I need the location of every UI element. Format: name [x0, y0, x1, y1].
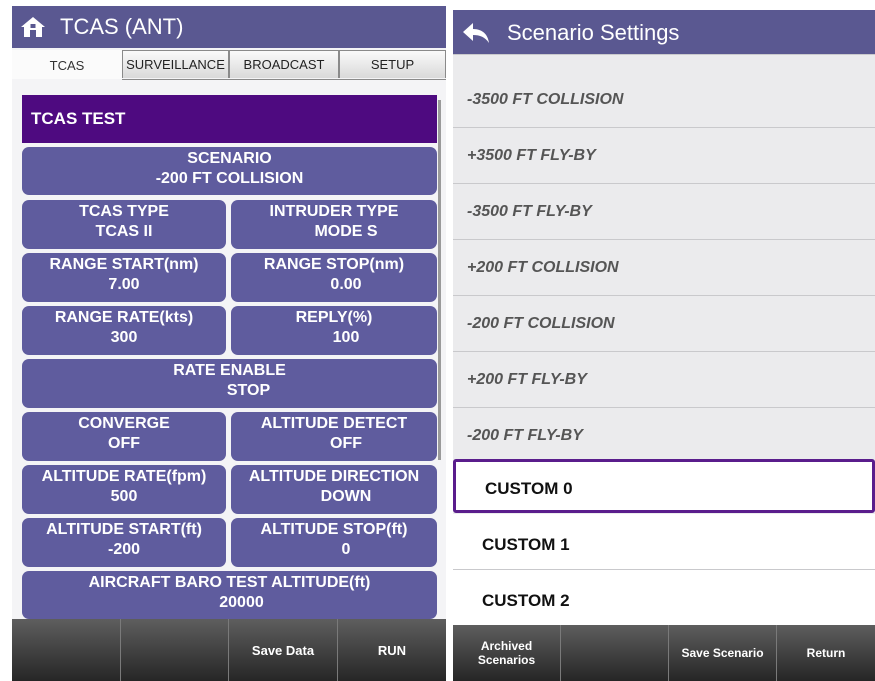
- scenario-list: -3500 FT COLLISION +3500 FT FLY-BY -3500…: [453, 54, 875, 626]
- reply-value: 100: [332, 329, 360, 346]
- range-rate-label: RANGE RATE(kts): [54, 309, 194, 326]
- intruder-type-value: MODE S: [314, 223, 378, 240]
- range-rate-button[interactable]: RANGE RATE(kts) 300: [22, 306, 226, 355]
- rate-enable-value: STOP: [226, 382, 271, 399]
- list-item[interactable]: -3500 FT FLY-BY: [453, 184, 875, 240]
- footer-blank-button-1[interactable]: [12, 619, 121, 681]
- converge-value: OFF: [108, 435, 140, 452]
- archived-scenarios-button[interactable]: Archived Scenarios: [453, 625, 561, 681]
- list-item[interactable]: +200 FT FLY-BY: [453, 352, 875, 408]
- reply-label: REPLY(%): [295, 309, 373, 326]
- rate-enable-label: RATE ENABLE: [173, 362, 286, 379]
- altitude-start-button[interactable]: ALTITUDE START(ft) -200: [22, 518, 226, 567]
- altitude-stop-value: 0: [341, 541, 351, 558]
- home-icon[interactable]: [12, 6, 54, 48]
- altitude-detect-label: ALTITUDE DETECT: [260, 415, 408, 432]
- converge-button[interactable]: CONVERGE OFF: [22, 412, 226, 461]
- converge-label: CONVERGE: [78, 415, 170, 432]
- altitude-detect-button[interactable]: ALTITUDE DETECT OFF: [231, 412, 437, 461]
- list-item[interactable]: CUSTOM 1: [453, 514, 875, 570]
- altitude-direction-label: ALTITUDE DIRECTION: [248, 468, 420, 485]
- range-stop-button[interactable]: RANGE STOP(nm) 0.00: [231, 253, 437, 302]
- range-start-button[interactable]: RANGE START(nm) 7.00: [22, 253, 226, 302]
- tab-tcas[interactable]: TCAS: [12, 50, 122, 80]
- left-footer: Save Data RUN: [12, 619, 446, 681]
- run-button[interactable]: RUN: [338, 619, 446, 681]
- altitude-stop-button[interactable]: ALTITUDE STOP(ft) 0: [231, 518, 437, 567]
- altitude-stop-label: ALTITUDE STOP(ft): [260, 521, 408, 538]
- list-item[interactable]: +200 FT COLLISION: [453, 240, 875, 296]
- range-start-value: 7.00: [108, 276, 140, 293]
- tab-setup[interactable]: SETUP: [339, 50, 446, 78]
- altitude-rate-value: 500: [110, 488, 138, 505]
- altitude-rate-label: ALTITUDE RATE(fpm): [41, 468, 207, 485]
- archived-line-2: Scenarios: [477, 653, 536, 667]
- save-data-button[interactable]: Save Data: [229, 619, 338, 681]
- range-start-label: RANGE START(nm): [49, 256, 199, 273]
- list-item-partial: [453, 47, 875, 55]
- altitude-start-value: -200: [107, 541, 141, 558]
- page-title: TCAS (ANT): [60, 14, 184, 39]
- page-title: Scenario Settings: [507, 19, 680, 45]
- tab-bar: TCAS SURVEILLANCE BROADCAST SETUP: [12, 48, 446, 80]
- tcas-type-value: TCAS II: [95, 223, 153, 240]
- tab-surveillance[interactable]: SURVEILLANCE: [122, 50, 229, 78]
- archived-line-1: Archived: [480, 639, 533, 653]
- reply-button[interactable]: REPLY(%) 100: [231, 306, 437, 355]
- range-stop-label: RANGE STOP(nm): [263, 256, 405, 273]
- footer-blank-button-2[interactable]: [121, 619, 229, 681]
- rate-enable-button[interactable]: RATE ENABLE STOP: [22, 359, 437, 408]
- scenario-value: -200 FT COLLISION: [155, 170, 304, 187]
- altitude-start-label: ALTITUDE START(ft): [46, 521, 202, 538]
- tab-underline: [12, 79, 446, 80]
- range-rate-value: 300: [110, 329, 138, 346]
- scenario-label: SCENARIO: [187, 150, 272, 167]
- top-bar: TCAS (ANT): [12, 6, 446, 48]
- save-scenario-button[interactable]: Save Scenario: [669, 625, 777, 681]
- tcas-type-label: TCAS TYPE: [79, 203, 169, 220]
- tcas-panel: TCAS (ANT) TCAS SURVEILLANCE BROADCAST S…: [12, 6, 446, 681]
- altitude-rate-button[interactable]: ALTITUDE RATE(fpm) 500: [22, 465, 226, 514]
- list-item[interactable]: -3500 FT COLLISION: [453, 72, 875, 128]
- return-button[interactable]: Return: [777, 625, 875, 681]
- scenario-button[interactable]: SCENARIO -200 FT COLLISION: [22, 147, 437, 195]
- list-item[interactable]: CUSTOM 2: [453, 570, 875, 626]
- intruder-type-label: INTRUDER TYPE: [269, 203, 399, 220]
- range-stop-value: 0.00: [330, 276, 362, 293]
- tab-broadcast[interactable]: BROADCAST: [229, 50, 339, 78]
- altitude-direction-value: DOWN: [320, 488, 372, 505]
- list-item[interactable]: -200 FT COLLISION: [453, 296, 875, 352]
- altitude-detect-value: OFF: [330, 435, 362, 452]
- right-footer: Archived Scenarios Save Scenario Return: [453, 625, 875, 681]
- list-item[interactable]: -200 FT FLY-BY: [453, 408, 875, 464]
- scenario-settings-panel: Scenario Settings -3500 FT COLLISION +35…: [453, 10, 875, 681]
- baro-altitude-value: 20000: [219, 594, 264, 611]
- list-item-selected[interactable]: CUSTOM 0: [453, 459, 875, 513]
- baro-altitude-label: AIRCRAFT BARO TEST ALTITUDE(ft): [88, 574, 371, 591]
- baro-altitude-button[interactable]: AIRCRAFT BARO TEST ALTITUDE(ft) 20000: [22, 571, 437, 619]
- footer-blank-button[interactable]: [561, 625, 669, 681]
- intruder-type-button[interactable]: INTRUDER TYPE MODE S: [231, 200, 437, 249]
- panel-divider: [446, 0, 453, 681]
- section-title: TCAS TEST: [22, 95, 437, 143]
- tcas-type-button[interactable]: TCAS TYPE TCAS II: [22, 200, 226, 249]
- scrollbar[interactable]: [438, 100, 441, 460]
- altitude-direction-button[interactable]: ALTITUDE DIRECTION DOWN: [231, 465, 437, 514]
- list-item[interactable]: +3500 FT FLY-BY: [453, 128, 875, 184]
